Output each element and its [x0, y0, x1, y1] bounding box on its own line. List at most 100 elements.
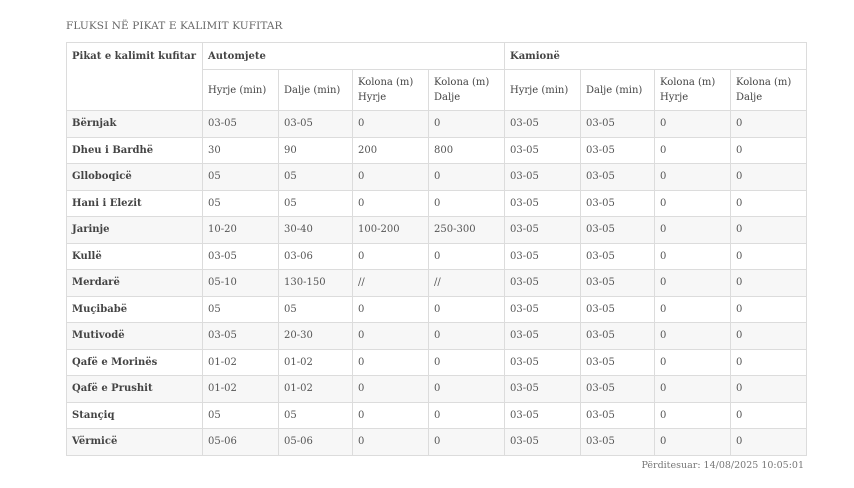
table-cell: 0 — [729, 216, 808, 244]
subheader: Kolona (m) Dalje — [428, 69, 505, 111]
table-cell: 05 — [278, 295, 353, 323]
table-cell: 0 — [428, 110, 505, 138]
table-cell: 0 — [428, 322, 505, 350]
table-cell: 0 — [729, 401, 808, 429]
table-row: Qafë e Prushit 01-02 01-02 0 0 03-05 03-05 0 0 — [66, 375, 808, 403]
table-cell: 03-05 — [504, 295, 581, 323]
table-cell: 0 — [352, 295, 429, 323]
border-point-name: Mutivodë — [66, 322, 203, 350]
table-cell: 0 — [428, 242, 505, 270]
table-cell: 03-06 — [278, 242, 353, 270]
table-cell: 0 — [352, 110, 429, 138]
subheader: Dalje (min) — [278, 69, 353, 111]
table-cell: 05-10 — [202, 269, 279, 297]
table-cell: 03-05 — [580, 189, 655, 217]
table-cell: 03-05 — [504, 216, 581, 244]
table-cell: 03-05 — [580, 322, 655, 350]
table-row: Merdarë 05-10 130-150////03-05 03-05 0 0 — [66, 269, 808, 297]
last-updated-text: Përditesuar: 14/08/2025 10:05:01 — [641, 459, 804, 471]
table-cell: 250-300 — [428, 216, 505, 244]
subheader: Hyrje (min) — [202, 69, 279, 111]
table-cell: 0 — [654, 375, 731, 403]
table-cell: // — [352, 269, 429, 297]
table-cell: 05 — [202, 295, 279, 323]
table-cell: 03-05 — [202, 322, 279, 350]
group-header-trucks: Kamionë — [503, 42, 808, 70]
table-cell: 0 — [729, 110, 808, 138]
table-cell: 10-20 — [202, 216, 279, 244]
table-cell: 05 — [278, 401, 353, 429]
table-row: Muçibabë 05 05 0 0 03-05 03-05 0 0 — [66, 295, 808, 323]
table-cell: 0 — [729, 348, 808, 376]
table-cell: 0 — [352, 401, 429, 429]
table-cell: 0 — [729, 375, 808, 403]
table-cell: 03-05 — [278, 110, 353, 138]
table-cell: 0 — [729, 189, 808, 217]
table-cell: 0 — [654, 269, 731, 297]
table-cell: 0 — [352, 189, 429, 217]
table-cell: 0 — [729, 322, 808, 350]
table-row: Dheu i Bardhë 30 90 200 800 03-05 03-05 0 0 — [66, 136, 808, 164]
table-cell: 0 — [654, 348, 731, 376]
table-row: Jarinje 10-20 30-40 100-200 250-300 03-05 03-0… — [66, 216, 808, 244]
table-cell: 03-05 — [202, 110, 279, 138]
table-cell: 0 — [654, 189, 731, 217]
table-cell: 01-02 — [202, 348, 279, 376]
table-row: Bërnjak 03-05 03-05 0 0 03-05 03-05 0 0 — [66, 110, 808, 138]
table-cell: 05 — [202, 189, 279, 217]
table-cell: 0 — [428, 189, 505, 217]
table-row: Vërmicë 05-06 05-06 0 0 03-05 03-05 0 0 — [66, 428, 808, 456]
table-cell: 0 — [729, 163, 808, 191]
subheader: Kolona (m) Hyrje — [352, 69, 429, 111]
table-cell: 90 — [278, 136, 353, 164]
table-cell: 03-05 — [580, 401, 655, 429]
table-cell: 05-06 — [202, 428, 279, 456]
table-cell: 0 — [729, 428, 808, 456]
table-cell: 0 — [729, 136, 808, 164]
border-point-name: Qafë e Prushit — [66, 375, 203, 403]
table-body: Bërnjak 03-05 03-05 0 0 03-05 03-05 0 0 Dheu i Ba… — [66, 110, 808, 456]
table-row: Stançiq 05 05 0 0 03-05 03-05 0 0 — [66, 401, 808, 429]
table-cell: 05-06 — [278, 428, 353, 456]
table-cell: 03-05 — [504, 322, 581, 350]
table-row: Hani i Elezit 05 05 0 0 03-05 03-05 0 0 — [66, 189, 808, 217]
table-cell: 05 — [278, 163, 353, 191]
table-cell: 01-02 — [278, 375, 353, 403]
table-cell: 01-02 — [278, 348, 353, 376]
table-cell: 05 — [278, 189, 353, 217]
border-flux-panel: FLUKSI NË PIKAT E KALIMIT KUFITAR Pikat … — [66, 18, 808, 471]
table-cell: 0 — [654, 295, 731, 323]
border-point-name: Kullë — [66, 242, 203, 270]
table-cell: 03-05 — [580, 110, 655, 138]
table-cell: 0 — [654, 136, 731, 164]
table-cell: 0 — [654, 428, 731, 456]
table-cell: 03-05 — [504, 375, 581, 403]
table-cell: 0 — [654, 322, 731, 350]
table-cell: 0 — [654, 401, 731, 429]
table-cell: 0 — [428, 295, 505, 323]
table-cell: 200 — [352, 136, 429, 164]
subheader: Kolona (m) Hyrje — [654, 69, 731, 111]
table-cell: 130-150 — [278, 269, 353, 297]
table-cell: 0 — [352, 163, 429, 191]
group-header-vehicles: Automjete — [202, 42, 505, 70]
table-cell: 01-02 — [202, 375, 279, 403]
table-cell: 03-05 — [504, 428, 581, 456]
border-flux-table: Pikat e kalimit kufitar Automjete Kamion… — [66, 42, 808, 456]
table-cell: 0 — [352, 375, 429, 403]
border-point-name: Vërmicë — [66, 428, 203, 456]
table-cell: 0 — [729, 295, 808, 323]
table-cell: 0 — [352, 322, 429, 350]
table-cell: 0 — [428, 428, 505, 456]
table-cell: 0 — [428, 348, 505, 376]
table-cell: 03-05 — [504, 269, 581, 297]
table-cell: 0 — [428, 163, 505, 191]
table-cell: 03-05 — [504, 348, 581, 376]
table-cell: 03-05 — [580, 348, 655, 376]
border-point-name: Glloboqicë — [66, 163, 203, 191]
table-row: Kullë 03-05 03-06 0 0 03-05 03-05 0 0 — [66, 242, 808, 270]
border-point-name: Dheu i Bardhë — [66, 136, 203, 164]
table-cell: 0 — [428, 375, 505, 403]
table-cell: 03-05 — [202, 242, 279, 270]
table-cell: 30 — [202, 136, 279, 164]
